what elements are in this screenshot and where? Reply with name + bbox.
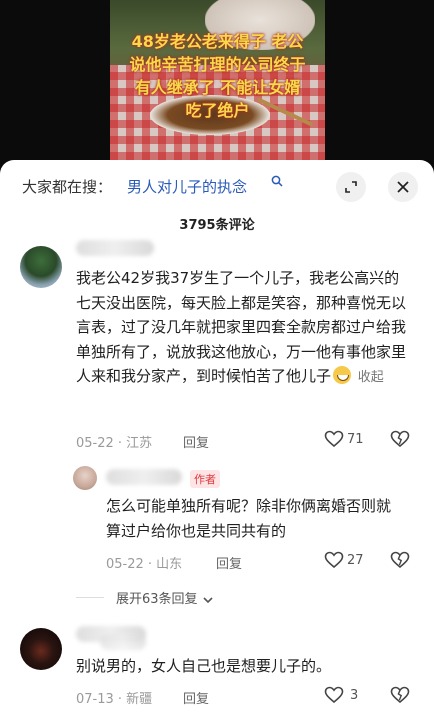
caption-line: 48岁老公老来得子 老公: [131, 32, 304, 51]
comment-text: 我老公42岁我37岁生了一个儿子，我老公高兴的七天没出医院，每天脸上都是笑容，那…: [76, 266, 406, 391]
reply-button[interactable]: 回复: [216, 553, 242, 572]
broken-heart-icon[interactable]: [390, 686, 410, 704]
avatar[interactable]: [20, 246, 62, 288]
like-count: 3: [350, 688, 359, 703]
broken-heart-icon[interactable]: [390, 430, 410, 448]
comments-count: 3795条评论: [179, 218, 255, 233]
chevron-down-icon: [203, 596, 213, 603]
comment-text: 别说男的，女人自己也是想要儿子的。: [76, 657, 332, 675]
comment-sheet: 大家都在搜： 男人对儿子的执念 3795条评论 我老公42岁我37岁生了一个儿子…: [0, 160, 434, 720]
heart-icon[interactable]: [324, 430, 344, 448]
grin-emoji-icon: [333, 366, 352, 384]
video-area[interactable]: 48岁老公老来得子 老公 说他辛苦打理的公司终于 有人继承了 不能让女婿 吃了绝…: [0, 0, 434, 170]
search-icon[interactable]: [271, 175, 283, 187]
expand-replies-button[interactable]: 展开63条回复: [116, 588, 214, 607]
close-button[interactable]: [388, 172, 418, 202]
expand-divider: [76, 597, 104, 598]
comment-meta: 07-13 · 新疆: [76, 692, 153, 707]
heart-icon[interactable]: [324, 686, 344, 704]
collapse-link[interactable]: 收起: [358, 370, 384, 385]
search-term-link[interactable]: 男人对儿子的执念: [127, 176, 247, 197]
avatar[interactable]: [20, 628, 62, 670]
reply-button[interactable]: 回复: [183, 432, 209, 451]
search-prefix: 大家都在搜：: [22, 178, 113, 196]
caption-line: 说他辛苦打理的公司终于: [129, 55, 306, 74]
like-count: 27: [347, 553, 364, 568]
expand-button[interactable]: [336, 172, 366, 202]
reply-button[interactable]: 回复: [183, 688, 209, 707]
username-blurred[interactable]: [76, 240, 154, 256]
expand-replies-label: 展开63条回复: [116, 592, 198, 607]
username-blurred[interactable]: [106, 469, 182, 485]
caption-line: 有人继承了 不能让女婿: [134, 78, 301, 97]
video-frame[interactable]: 48岁老公老来得子 老公 说他辛苦打理的公司终于 有人继承了 不能让女婿 吃了绝…: [110, 0, 325, 160]
avatar[interactable]: [73, 466, 97, 490]
search-suggestion-row[interactable]: 大家都在搜： 男人对儿子的执念: [0, 172, 434, 202]
expand-icon: [345, 181, 357, 193]
username-blurred: [100, 634, 146, 650]
comment-body: 我老公42岁我37岁生了一个儿子，我老公高兴的七天没出医院，每天脸上都是笑容，那…: [76, 269, 407, 385]
close-icon: [397, 181, 409, 193]
video-caption: 48岁老公老来得子 老公 说他辛苦打理的公司终于 有人继承了 不能让女婿 吃了绝…: [110, 30, 325, 122]
broken-heart-icon[interactable]: [390, 551, 410, 569]
comment-text: 怎么可能单独所有呢？除非你俩离婚否则就算过户给你也是共同共有的: [106, 497, 392, 540]
caption-line: 吃了绝户: [185, 101, 250, 120]
author-badge: 作者: [190, 470, 220, 488]
comment-meta: 05-22 · 山东: [106, 557, 183, 572]
like-count: 71: [347, 432, 364, 447]
comment-meta: 05-22 · 江苏: [76, 436, 153, 451]
heart-icon[interactable]: [324, 551, 344, 569]
